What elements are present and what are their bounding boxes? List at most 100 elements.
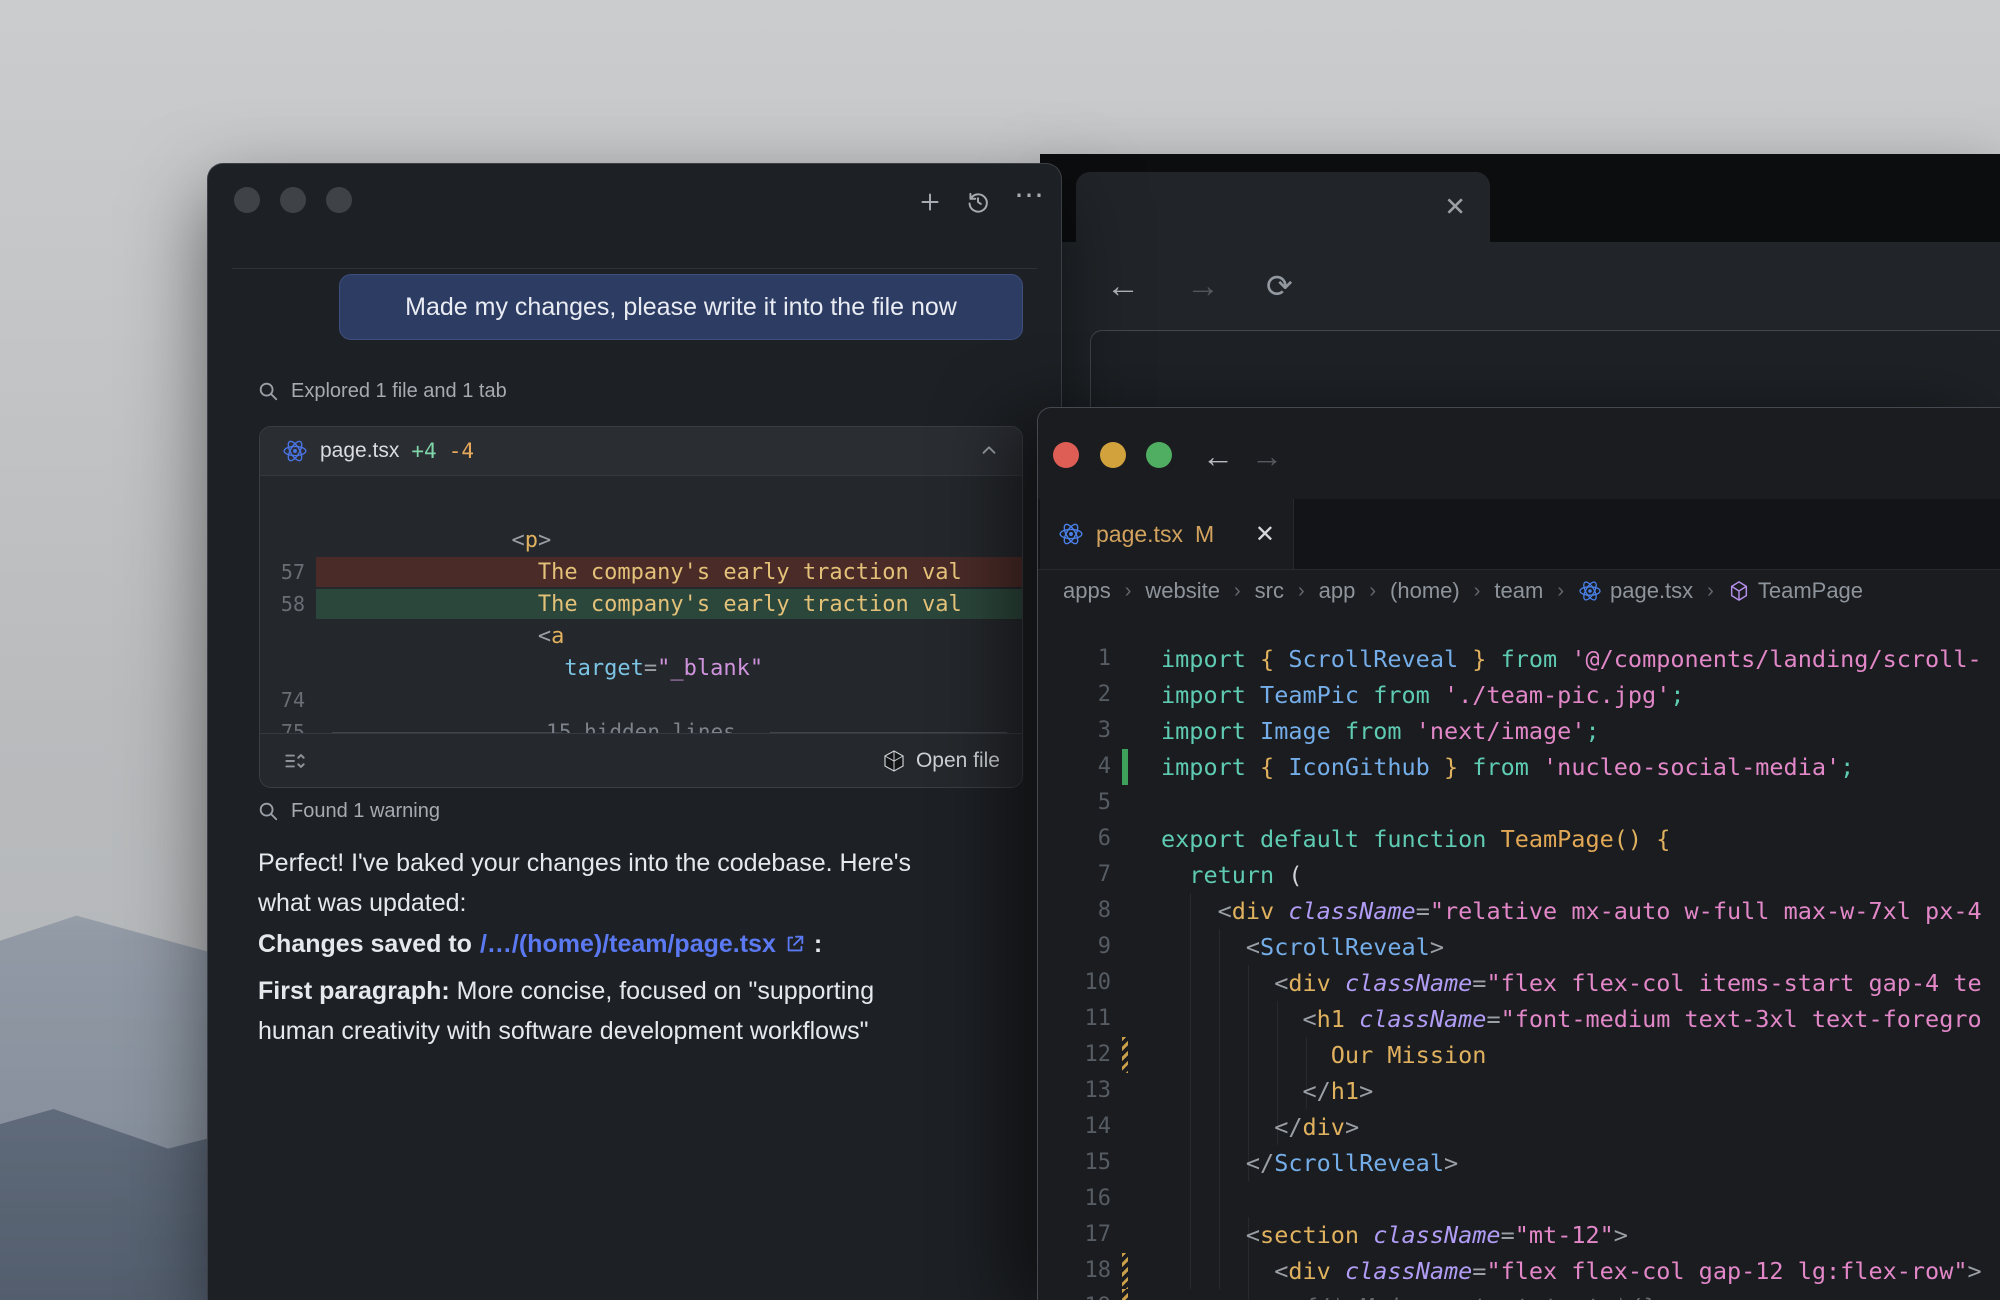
git-modified-marker	[1122, 1037, 1128, 1073]
code-token: ScrollReveal	[1288, 645, 1458, 673]
package-box-icon	[882, 749, 906, 773]
code-token: ;	[1670, 681, 1684, 709]
expand-diff-button[interactable]	[282, 748, 308, 774]
code-line: 14 </div>	[1038, 1109, 2000, 1145]
code-token	[1161, 1293, 1302, 1300]
code-token: from	[1472, 753, 1543, 781]
traffic-light-zoom[interactable]	[326, 187, 352, 213]
tab-modified-badge: M	[1195, 521, 1214, 548]
code-token: import	[1161, 681, 1260, 709]
external-link-icon[interactable]	[784, 933, 806, 955]
diff-code-line: The company's early traction val	[326, 560, 962, 585]
warning-step[interactable]: Found 1 warning	[257, 797, 440, 825]
cube-icon	[1728, 580, 1750, 602]
code-line-text: <div className="flex flex-col items-star…	[1161, 965, 1982, 1001]
open-file-label: Open file	[916, 749, 1000, 773]
code-token: div	[1232, 897, 1274, 925]
code-token: =	[1501, 1221, 1515, 1249]
breadcrumb-item[interactable]: team	[1494, 578, 1543, 604]
line-number: 6	[1038, 821, 1111, 857]
changes-saved-suffix: :	[814, 924, 822, 964]
code-token: (	[1288, 861, 1302, 889]
code-token: from	[1331, 717, 1416, 745]
code-token: <	[538, 624, 551, 649]
code-token	[326, 528, 511, 553]
browser-reload-button[interactable]: ⟳	[1266, 270, 1293, 302]
breadcrumb-separator: ›	[1474, 580, 1481, 603]
code-token	[1642, 825, 1656, 853]
code-token: import	[1161, 645, 1260, 673]
user-message-text: Made my changes, please write it into th…	[405, 293, 957, 322]
line-number: 8	[1038, 893, 1111, 929]
code-token	[326, 560, 538, 585]
line-number: 9	[1038, 929, 1111, 965]
expand-lines-icon	[282, 748, 308, 774]
plus-icon	[917, 189, 943, 215]
code-line: 15 </ScrollReveal>	[1038, 1145, 2000, 1181]
code-line-text: {/* Main content text */}	[1161, 1289, 1656, 1300]
browser-forward-button[interactable]: →	[1186, 269, 1220, 303]
code-token: target	[564, 656, 643, 681]
breadcrumb-item[interactable]: app	[1319, 578, 1356, 604]
code-token: <	[1246, 933, 1260, 961]
code-line-text: Our Mission	[1161, 1037, 1486, 1073]
code-token	[1345, 1005, 1359, 1033]
traffic-light-zoom[interactable]	[1146, 442, 1172, 468]
traffic-light-close[interactable]	[234, 187, 260, 213]
breadcrumb-item[interactable]: src	[1255, 578, 1284, 604]
editor-forward-button[interactable]: →	[1251, 440, 1283, 472]
chevron-up-icon[interactable]	[978, 440, 1000, 462]
breadcrumb[interactable]: apps›website›src›app›(home)›team›page.ts…	[1063, 569, 2000, 613]
code-token	[1161, 1077, 1302, 1105]
open-file-button[interactable]: Open file	[882, 749, 1000, 773]
editor-back-button[interactable]: ←	[1202, 440, 1234, 472]
code-token: ;	[1840, 753, 1854, 781]
tab-close-icon[interactable]: ✕	[1255, 520, 1275, 549]
code-line-text: import { IconGithub } from 'nucleo-socia…	[1161, 749, 1854, 785]
code-line-text: </ScrollReveal>	[1161, 1145, 1458, 1181]
screen: ✕ ← → ⟳ ⋯ Made my changes, please write …	[0, 0, 2000, 1300]
code-token	[1161, 1005, 1302, 1033]
editor-tab-pagetsx[interactable]: page.tsx M ✕	[1040, 499, 1294, 569]
traffic-light-minimize[interactable]	[280, 187, 306, 213]
new-thread-button[interactable]	[917, 189, 943, 215]
code-line: 12 Our Mission	[1038, 1037, 2000, 1073]
code-token: >	[1444, 1149, 1458, 1177]
code-line: 16	[1038, 1181, 2000, 1217]
breadcrumb-separator: ›	[1298, 580, 1305, 603]
diff-code-area: <p>57 The company's early traction val58…	[260, 476, 1022, 733]
editor-window: ← → page.tsx M ✕ apps›website›src›app›(h…	[1037, 407, 2000, 1300]
code-token: 'nucleo-social-media'	[1543, 753, 1840, 781]
code-token: "font-medium text-3xl text-foregro	[1501, 1005, 1982, 1033]
code-token: >	[1614, 1221, 1628, 1249]
breadcrumb-separator: ›	[1125, 580, 1132, 603]
first-paragraph-line2: human creativity with software developme…	[258, 1011, 1038, 1051]
code-token: import	[1161, 753, 1260, 781]
code-token: ScrollReveal	[1274, 1149, 1444, 1177]
explored-step[interactable]: Explored 1 file and 1 tab	[257, 377, 507, 405]
diff-row: <p>	[260, 524, 1022, 556]
traffic-light-close[interactable]	[1053, 442, 1079, 468]
traffic-light-minimize[interactable]	[1100, 442, 1126, 468]
saved-file-link[interactable]: /…/(home)/team/page.tsx	[480, 924, 776, 964]
code-token: </	[1274, 1113, 1302, 1141]
browser-back-button[interactable]: ←	[1106, 269, 1140, 303]
browser-tab[interactable]: ✕	[1076, 172, 1490, 242]
code-token	[1161, 1257, 1274, 1285]
breadcrumb-item[interactable]: website	[1145, 578, 1220, 604]
diff-line-number: 74	[260, 688, 305, 712]
code-editor[interactable]: 1import { ScrollReveal } from '@/compone…	[1038, 613, 2000, 1300]
code-token: "flex flex-col items-start gap-4 te	[1486, 969, 1981, 997]
code-token: h1	[1331, 1077, 1359, 1105]
breadcrumb-item[interactable]: (home)	[1390, 578, 1460, 604]
diff-card-header[interactable]: page.tsx +4 -4	[260, 427, 1022, 476]
breadcrumb-item[interactable]: apps	[1063, 578, 1111, 604]
diff-code-line: <p>	[326, 528, 551, 553]
code-token: <	[1274, 1257, 1288, 1285]
breadcrumb-item[interactable]: TeamPage	[1728, 578, 1863, 604]
more-menu-button[interactable]: ⋯	[1014, 178, 1044, 213]
code-token: {	[1260, 645, 1288, 673]
history-button[interactable]	[965, 189, 991, 215]
breadcrumb-item[interactable]: page.tsx	[1578, 578, 1693, 604]
browser-tab-close-icon[interactable]: ✕	[1444, 192, 1466, 223]
